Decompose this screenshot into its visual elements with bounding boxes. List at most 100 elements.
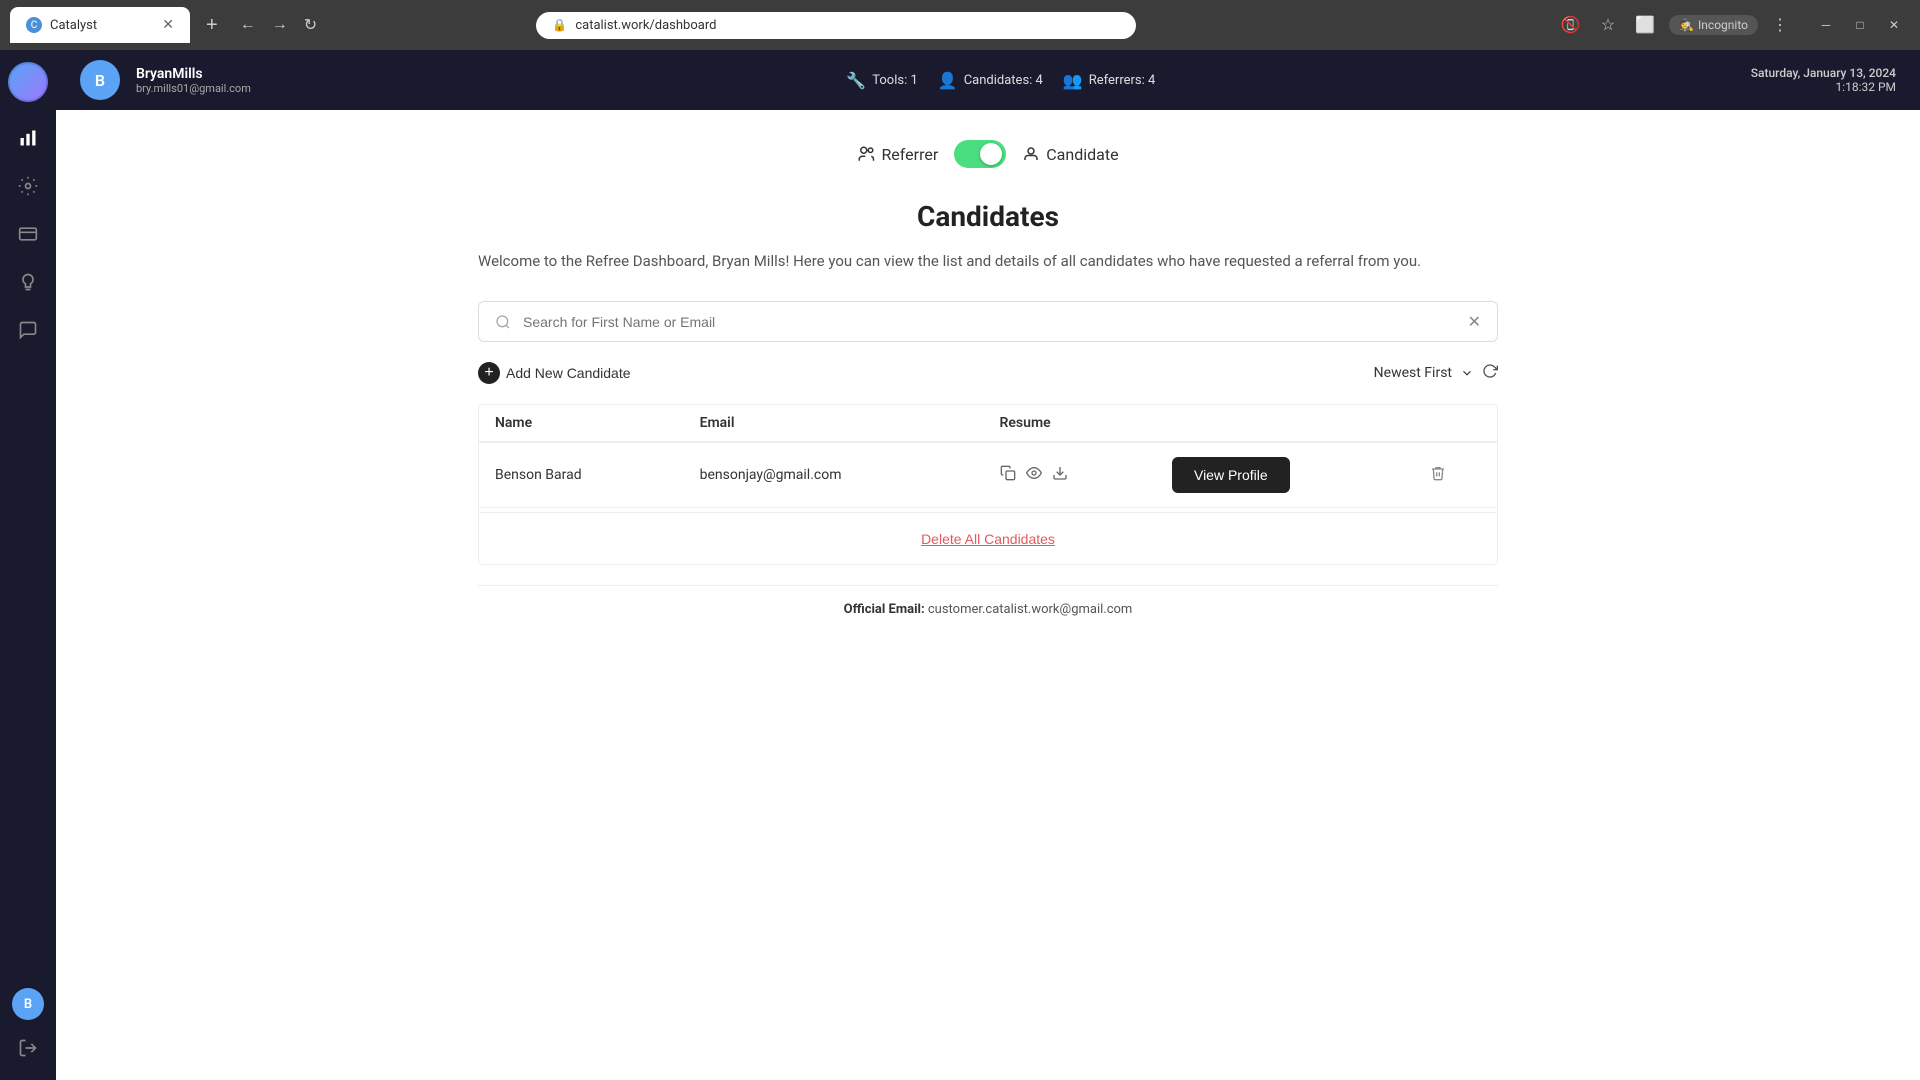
page-description: Welcome to the Refree Dashboard, Bryan M…	[478, 249, 1498, 273]
tools-icon: 🔧	[846, 71, 866, 90]
toggle-knob	[980, 143, 1002, 165]
delete-row-cell	[1414, 442, 1497, 508]
close-window-button[interactable]: ✕	[1878, 9, 1910, 41]
candidates-count: Candidates: 4	[964, 73, 1043, 88]
browser-controls: ← → ↻	[234, 11, 323, 39]
col-actions	[1156, 405, 1414, 442]
minimize-button[interactable]: ─	[1810, 9, 1842, 41]
view-toggle-row: Referrer Candidate	[478, 140, 1498, 168]
address-text: catalist.work/dashboard	[575, 18, 1120, 33]
copy-email-button[interactable]	[1000, 465, 1016, 485]
table-row: Benson Barad bensonjay@gmail.com	[479, 442, 1497, 508]
tools-count: Tools: 1	[872, 73, 918, 88]
sidebar-item-messages[interactable]	[8, 310, 48, 350]
footer: Official Email: customer.catalist.work@g…	[478, 585, 1498, 633]
footer-label: Official Email:	[844, 602, 928, 617]
footer-email: customer.catalist.work@gmail.com	[928, 602, 1132, 617]
bookmark-icon[interactable]: ☆	[1595, 11, 1621, 39]
sidebar-item-tools[interactable]	[8, 166, 48, 206]
user-name: BryanMills	[136, 66, 251, 82]
back-button[interactable]: ←	[234, 11, 262, 39]
refresh-button[interactable]	[1482, 363, 1498, 384]
col-delete	[1414, 405, 1497, 442]
incognito-icon: 🕵	[1679, 18, 1694, 32]
camera-off-icon[interactable]: 📵	[1555, 11, 1587, 39]
delete-all-row: Delete All Candidates	[479, 512, 1497, 564]
browser-actions: 📵 ☆ ⬜ 🕵 Incognito ⋮	[1555, 11, 1794, 39]
search-input[interactable]	[523, 314, 1456, 330]
browser-chrome: C Catalyst ✕ + ← → ↻ 🔒 catalist.work/das…	[0, 0, 1920, 50]
candidate-name: Benson Barad	[479, 442, 684, 508]
add-icon: +	[478, 362, 500, 384]
refresh-icon	[1482, 363, 1498, 379]
table-body: Benson Barad bensonjay@gmail.com	[479, 442, 1497, 508]
sidebar: B	[0, 50, 56, 1080]
sort-control: Newest First	[1374, 363, 1498, 384]
table-header: Name Email Resume	[479, 405, 1497, 442]
user-avatar: B	[80, 60, 120, 100]
delete-all-button[interactable]: Delete All Candidates	[921, 531, 1055, 547]
app-logo[interactable]	[8, 62, 48, 102]
delete-row-button[interactable]	[1430, 466, 1446, 485]
current-date: Saturday, January 13, 2024	[1751, 66, 1896, 80]
page-title: Candidates	[478, 200, 1498, 233]
main-content: B BryanMills bry.mills01@gmail.com 🔧 Too…	[56, 50, 1920, 1080]
referrer-icon	[857, 145, 875, 163]
add-candidate-label: Add New Candidate	[506, 365, 631, 381]
view-toggle-switch[interactable]	[954, 140, 1006, 168]
resume-icon-group	[1000, 465, 1140, 485]
stat-referrers: 👥 Referrers: 4	[1063, 71, 1155, 90]
current-time: 1:18:32 PM	[1751, 80, 1896, 94]
candidate-icon	[1022, 145, 1040, 163]
top-bar-stats: 🔧 Tools: 1 👤 Candidates: 4 👥 Referrers: …	[846, 71, 1155, 90]
view-resume-button[interactable]	[1026, 465, 1042, 485]
reload-button[interactable]: ↻	[298, 11, 323, 39]
sidebar-item-logout[interactable]	[8, 1028, 48, 1068]
sidebar-item-analytics[interactable]	[8, 118, 48, 158]
menu-button[interactable]: ⋮	[1766, 11, 1794, 39]
download-resume-button[interactable]	[1052, 465, 1068, 485]
incognito-badge: 🕵 Incognito	[1669, 15, 1758, 35]
col-resume: Resume	[984, 405, 1156, 442]
col-name: Name	[479, 405, 684, 442]
tab-favicon-text: C	[31, 20, 38, 31]
candidate-label: Candidate	[1022, 145, 1118, 164]
new-tab-button[interactable]: +	[198, 14, 226, 37]
tab-title: Catalyst	[50, 18, 154, 33]
address-lock-icon: 🔒	[552, 18, 567, 32]
maximize-button[interactable]: □	[1844, 9, 1876, 41]
candidates-table-wrapper: Name Email Resume Benson Barad bensonjay…	[478, 404, 1498, 565]
referrers-icon: 👥	[1063, 71, 1083, 90]
stat-tools: 🔧 Tools: 1	[846, 71, 917, 90]
top-bar-date: Saturday, January 13, 2024 1:18:32 PM	[1751, 66, 1896, 94]
browser-tab[interactable]: C Catalyst ✕	[10, 7, 190, 43]
sort-chevron-icon	[1460, 366, 1474, 380]
view-profile-cell: View Profile	[1156, 442, 1414, 508]
search-bar: ✕	[478, 301, 1498, 342]
user-info: BryanMills bry.mills01@gmail.com	[136, 66, 251, 95]
page-content: Referrer Candidate Candidates Welcome to…	[438, 110, 1538, 663]
resume-actions	[984, 442, 1156, 508]
candidate-email: bensonjay@gmail.com	[684, 442, 984, 508]
user-avatar-initial: B	[95, 71, 105, 90]
add-candidate-button[interactable]: + Add New Candidate	[478, 362, 631, 384]
view-profile-button[interactable]: View Profile	[1172, 457, 1290, 493]
candidates-table: Name Email Resume Benson Barad bensonjay…	[479, 405, 1497, 508]
search-icon	[495, 314, 511, 330]
tab-close-button[interactable]: ✕	[162, 17, 174, 33]
search-clear-button[interactable]: ✕	[1468, 312, 1481, 331]
sidebar-item-wallet[interactable]	[8, 214, 48, 254]
app-logo-inner	[10, 64, 46, 100]
incognito-label: Incognito	[1698, 18, 1748, 32]
stat-candidates: 👤 Candidates: 4	[938, 71, 1043, 90]
sidebar-user-avatar[interactable]: B	[12, 988, 44, 1020]
top-bar: B BryanMills bry.mills01@gmail.com 🔧 Too…	[56, 50, 1920, 110]
split-view-icon[interactable]: ⬜	[1629, 11, 1661, 39]
col-email: Email	[684, 405, 984, 442]
user-email: bry.mills01@gmail.com	[136, 82, 251, 95]
window-controls: ─ □ ✕	[1810, 9, 1910, 41]
forward-button[interactable]: →	[266, 11, 294, 39]
address-bar[interactable]: 🔒 catalist.work/dashboard	[536, 12, 1136, 39]
toolbar: + Add New Candidate Newest First	[478, 362, 1498, 384]
sidebar-item-ideas[interactable]	[8, 262, 48, 302]
